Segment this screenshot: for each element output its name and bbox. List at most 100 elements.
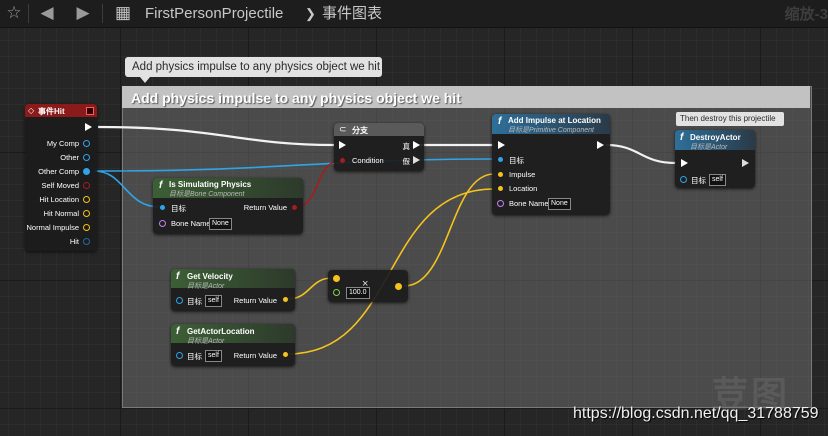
exec-false-pin-outline xyxy=(413,156,420,164)
get-velocity-node[interactable]: f Get Velocity 目标是Actor 目标 self Return V… xyxy=(171,269,295,311)
condition-label: Condition xyxy=(352,156,384,165)
function-icon: f xyxy=(498,116,502,127)
self-field[interactable]: self xyxy=(709,174,726,186)
pin-hit-normal[interactable] xyxy=(83,210,90,217)
target-label: 目标 xyxy=(509,156,524,165)
pin-label: Self Moved xyxy=(41,181,79,190)
pin-label: Hit xyxy=(69,237,79,246)
return-value-label: Return Value xyxy=(243,203,287,212)
bone-name-field[interactable]: None xyxy=(209,218,232,230)
star-icon[interactable]: ☆ xyxy=(4,2,24,24)
breadcrumb-separator: ❯ xyxy=(305,6,316,21)
is-simulating-physics-node[interactable]: f Is Simulating Physics 目标是Bone Componen… xyxy=(153,178,303,234)
node-title: 分支 xyxy=(352,126,368,135)
pin-self-moved[interactable] xyxy=(83,182,90,189)
graph-toolbar: ☆ ◀ ▶ ▦ FirstPersonProjectile ❯ 事件图表 缩放-… xyxy=(0,0,828,28)
impulse-label: Impulse xyxy=(509,170,536,179)
pin-other-comp[interactable] xyxy=(83,168,90,175)
comment-bubble: Add physics impulse to any physics objec… xyxy=(125,57,382,77)
back-arrow-icon[interactable]: ◀ xyxy=(36,2,58,24)
branch-node[interactable]: ⊂ 分支 真 Condition 假 xyxy=(334,123,424,171)
multiply-input-a-pin[interactable] xyxy=(333,275,340,282)
node-title: 事件Hit xyxy=(38,107,65,116)
node-subtitle: 目标是Bone Component xyxy=(169,191,245,198)
comment-bubble-tail xyxy=(140,77,150,83)
multiply-output-pin[interactable] xyxy=(395,283,402,290)
bone-name-pin[interactable] xyxy=(497,200,504,207)
function-icon: f xyxy=(159,180,163,191)
node-title: DestroyActor xyxy=(690,133,741,142)
exec-out-pin[interactable] xyxy=(597,141,604,149)
toolbar-divider xyxy=(28,4,29,23)
branch-icon: ⊂ xyxy=(339,124,347,134)
pin-hit-location[interactable] xyxy=(83,196,90,203)
pin-label: My Comp xyxy=(46,139,79,148)
target-label: 目标 xyxy=(691,176,706,185)
self-field[interactable]: self xyxy=(205,350,222,362)
event-diamond-icon: ◇ xyxy=(28,106,35,115)
node-header xyxy=(334,123,424,136)
function-icon: f xyxy=(176,326,180,337)
return-value-pin[interactable] xyxy=(283,352,288,357)
target-pin[interactable] xyxy=(160,205,165,210)
node-title: GetActorLocation xyxy=(187,327,255,336)
watermark-url: https://blog.csdn.net/qq_31788759 xyxy=(573,405,819,422)
exec-true-pin[interactable] xyxy=(413,141,420,149)
node-subtitle: 目标是Actor xyxy=(690,144,728,151)
return-value-label: Return Value xyxy=(233,296,277,305)
bone-name-label: Bone Name xyxy=(509,199,549,208)
condition-pin[interactable] xyxy=(340,158,345,163)
return-value-pin[interactable] xyxy=(292,205,297,210)
zoom-level: 缩放-3 xyxy=(784,6,828,23)
self-field[interactable]: self xyxy=(205,295,222,307)
get-actor-location-node[interactable]: f GetActorLocation 目标是Actor 目标 self Retu… xyxy=(171,324,295,366)
exec-in-pin[interactable] xyxy=(498,141,505,149)
comment-title: Add physics impulse to any physics objec… xyxy=(131,90,461,106)
pin-other[interactable] xyxy=(83,154,90,161)
pin-label: Other Comp xyxy=(38,167,79,176)
location-pin[interactable] xyxy=(498,186,503,191)
node-title: Is Simulating Physics xyxy=(169,180,252,189)
destroy-comment-bubble: Then destroy this projectile xyxy=(676,112,784,126)
add-impulse-at-location-node[interactable]: f Add Impulse at Location 目标是Primitive C… xyxy=(492,114,610,215)
bone-name-field[interactable]: None xyxy=(548,198,571,210)
pin-normal-impulse[interactable] xyxy=(83,224,90,231)
exec-out-pin[interactable] xyxy=(742,159,749,167)
event-delegate-icon xyxy=(86,107,94,115)
impulse-pin[interactable] xyxy=(498,172,503,177)
pin-label: Hit Location xyxy=(39,195,79,204)
bone-name-pin[interactable] xyxy=(159,220,166,227)
branch-false-label: 假 xyxy=(402,157,411,166)
exec-in-pin[interactable] xyxy=(681,159,688,167)
node-title: Get Velocity xyxy=(187,272,233,281)
target-label: 目标 xyxy=(187,297,202,306)
return-value-pin[interactable] xyxy=(283,297,288,302)
toolbar-divider xyxy=(102,4,103,23)
multiply-input-b-pin[interactable] xyxy=(333,289,340,296)
target-pin[interactable] xyxy=(176,352,183,359)
event-hit-node[interactable]: ◇ 事件Hit My Comp Other Other Comp Self Mo… xyxy=(25,104,97,251)
multiply-node[interactable]: 100.0 × xyxy=(328,270,408,302)
forward-arrow-icon[interactable]: ▶ xyxy=(72,2,94,24)
breadcrumb-blueprint[interactable]: FirstPersonProjectile xyxy=(145,4,283,23)
target-pin[interactable] xyxy=(176,297,183,304)
node-subtitle: 目标是Actor xyxy=(187,338,225,345)
target-pin[interactable] xyxy=(498,157,503,162)
node-subtitle: 目标是Actor xyxy=(187,283,225,290)
blueprint-icon: ▦ xyxy=(114,3,132,22)
node-subtitle: 目标是Primitive Component xyxy=(508,127,594,134)
target-label: 目标 xyxy=(187,352,202,361)
pin-label: Normal Impulse xyxy=(26,223,79,232)
exec-out-pin[interactable] xyxy=(85,123,92,131)
breadcrumb-graph[interactable]: 事件图表 xyxy=(322,4,382,23)
pin-hit[interactable] xyxy=(83,238,90,245)
node-title: Add Impulse at Location xyxy=(508,116,601,125)
pin-label: Other xyxy=(60,153,79,162)
function-icon: f xyxy=(176,271,180,282)
target-label: 目标 xyxy=(171,204,186,213)
exec-in-pin[interactable] xyxy=(339,141,346,149)
pin-my-comp[interactable] xyxy=(83,140,90,147)
branch-true-label: 真 xyxy=(402,142,411,151)
target-pin[interactable] xyxy=(680,176,687,183)
destroy-actor-node[interactable]: f DestroyActor 目标是Actor 目标 self xyxy=(675,130,755,188)
